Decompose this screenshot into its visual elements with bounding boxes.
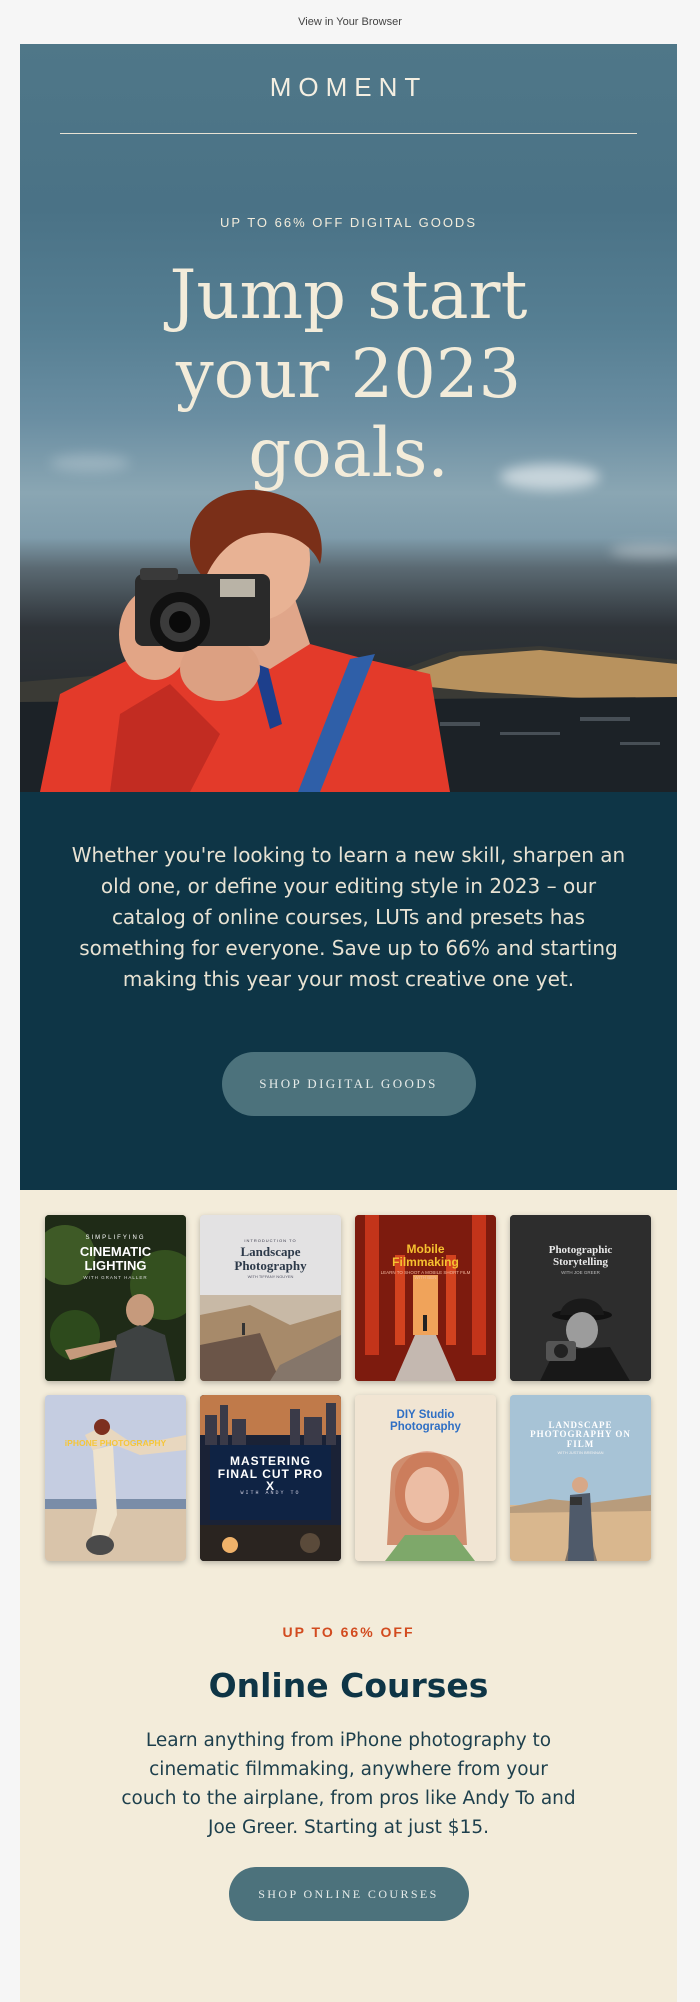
course-card-cinematic-lighting[interactable]: SIMPLIFYING CINEMATIC LIGHTING WITH GRAN… [45, 1215, 186, 1381]
course-card-mobile-filmmaking[interactable]: Mobile Filmmaking LEARN TO SHOOT A MOBIL… [355, 1215, 496, 1381]
course-card-title: DIY Studio Photography [390, 1409, 461, 1434]
course-card-landscape-photography[interactable]: INTRODUCTION TO Landscape Photography WI… [200, 1215, 341, 1381]
courses-description: Learn anything from iPhone photography t… [121, 1730, 576, 1838]
course-card-label: SIMPLIFYING [85, 1235, 146, 1241]
course-card-photographic-storytelling[interactable]: Photographic Storytelling WITH JOE GREER [510, 1215, 651, 1381]
shop-online-courses-button[interactable]: SHOP ONLINE COURSES [228, 1867, 469, 1921]
course-thumbnail-grid: SIMPLIFYING CINEMATIC LIGHTING WITH GRAN… [45, 1215, 652, 1561]
top-bar: View in Your Browser [0, 0, 700, 44]
course-card-image [355, 1215, 496, 1381]
course-card-landscape-photography-on-film[interactable]: LANDSCAPE PHOTOGRAPHY ON FILM WITH JUSTI… [510, 1395, 651, 1561]
headline-line: your 2023 [175, 335, 522, 413]
course-card-title: MASTERING FINAL CUT PRO X [217, 1454, 324, 1494]
course-card-subtitle: WITH ANDY TO [240, 1490, 301, 1496]
courses-eyebrow: UP TO 66% OFF [282, 1624, 415, 1640]
course-card-title: Mobile Filmmaking [392, 1242, 459, 1269]
courses-title: Online Courses [208, 1666, 489, 1705]
course-card-title: Photographic Storytelling [548, 1244, 613, 1268]
course-card-iphone-photography[interactable]: iPHONE PHOTOGRAPHY [45, 1395, 186, 1561]
course-card-image [510, 1215, 651, 1381]
course-card-title: LANDSCAPE PHOTOGRAPHY ON FILM [530, 1420, 631, 1449]
course-card-subtitle: WITH GRANT HALLER [83, 1275, 148, 1280]
course-card-image [45, 1395, 186, 1561]
course-card-subtitle: WITH JUSTIN BRENNAN [557, 1450, 604, 1455]
course-card-label: INTRODUCTION TO [244, 1238, 297, 1243]
intro-text: Whether you're looking to learn a new sk… [71, 843, 626, 991]
course-card-subtitle: WITH TIFFANY NGUYEN [247, 1274, 294, 1279]
shop-digital-goods-button[interactable]: SHOP DIGITAL GOODS [221, 1052, 476, 1116]
email-body: MOMENT UP TO 66% OFF DIGITAL GOODS Jump … [20, 44, 677, 2002]
photographer-image [40, 489, 450, 792]
headline-line: goals. [248, 414, 449, 492]
divider [60, 133, 637, 134]
intro-section: Whether you're looking to learn a new sk… [20, 792, 677, 1190]
course-card-diy-studio-photography[interactable]: DIY Studio Photography [355, 1395, 496, 1561]
hero-banner: MOMENT UP TO 66% OFF DIGITAL GOODS Jump … [20, 44, 677, 792]
course-card-subtitle: LEARN TO SHOOT A MOBILE SHORT FILM WITH … [380, 1270, 471, 1280]
hero-headline: Jump start your 2023 goals. [20, 256, 677, 493]
headline-line: Jump start [169, 256, 528, 334]
course-card-final-cut-pro[interactable]: MASTERING FINAL CUT PRO X WITH ANDY TO [200, 1395, 341, 1561]
view-in-browser-link[interactable]: View in Your Browser [298, 16, 402, 28]
moment-logo[interactable]: MOMENT [20, 72, 677, 103]
course-card-title: CINEMATIC LIGHTING [79, 1244, 152, 1273]
course-card-title: iPHONE PHOTOGRAPHY [64, 1438, 167, 1448]
hero-eyebrow: UP TO 66% OFF DIGITAL GOODS [220, 215, 477, 230]
course-card-subtitle: WITH JOE GREER [561, 1270, 600, 1275]
course-card-title: Landscape Photography [234, 1244, 307, 1273]
